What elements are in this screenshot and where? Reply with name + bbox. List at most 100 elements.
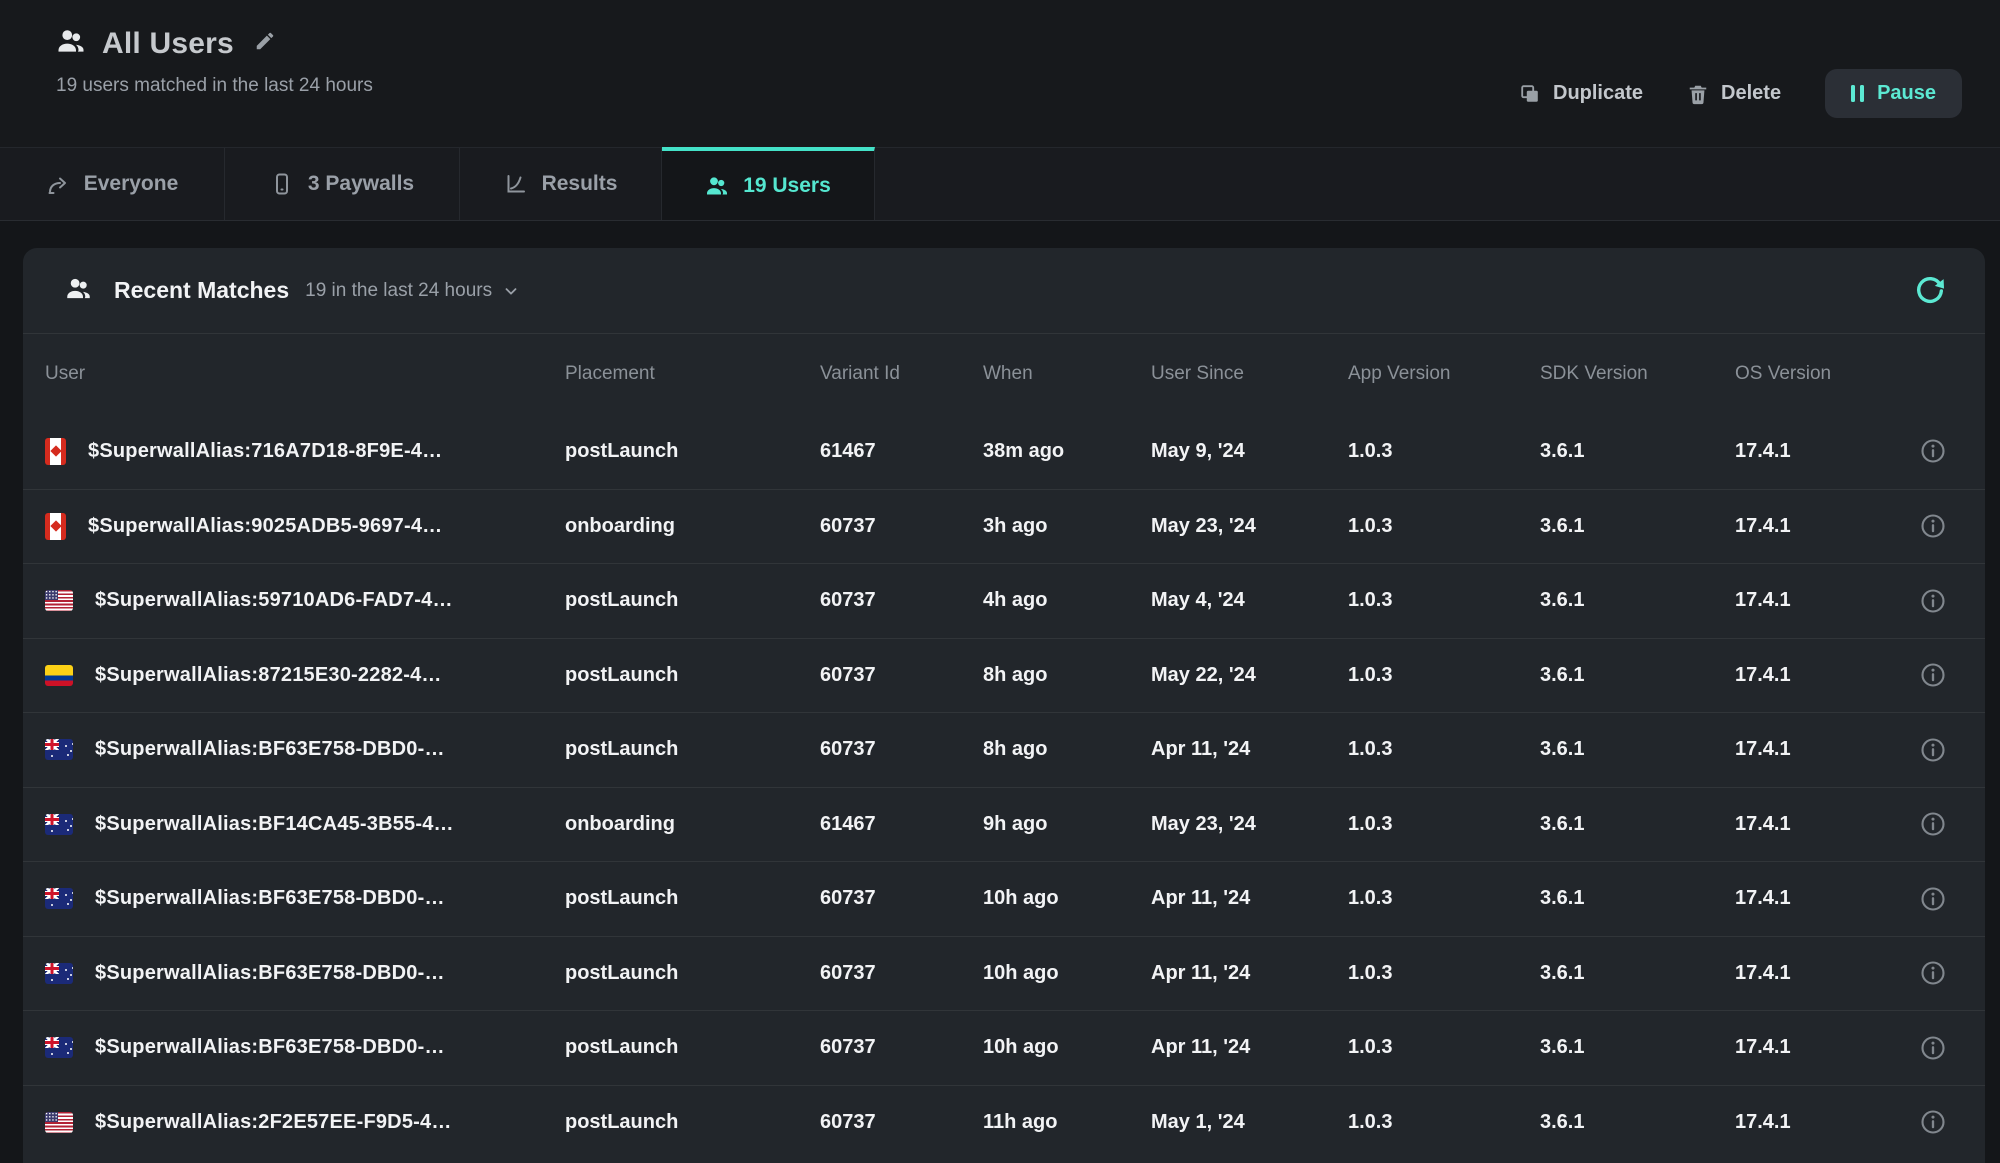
app-version-value: 1.0.3 — [1348, 813, 1540, 836]
tab-results-label: Results — [542, 172, 618, 196]
user-since-value: Apr 11, '24 — [1151, 1036, 1348, 1059]
when-value: 8h ago — [983, 664, 1151, 687]
os-version-value: 17.4.1 — [1735, 738, 1905, 761]
app-version-value: 1.0.3 — [1348, 887, 1540, 910]
flag-au-icon — [45, 888, 73, 909]
user-since-value: Apr 11, '24 — [1151, 887, 1348, 910]
variant-id-value: 61467 — [820, 440, 983, 463]
duplicate-button[interactable]: Duplicate — [1519, 82, 1643, 105]
user-alias: $SuperwallAlias:87215E30-2282-4… — [95, 664, 442, 687]
info-icon[interactable] — [1919, 512, 1947, 540]
user-alias: $SuperwallAlias:2F2E57EE-F9D5-4… — [95, 1111, 452, 1134]
user-since-value: May 22, '24 — [1151, 664, 1348, 687]
app-version-value: 1.0.3 — [1348, 962, 1540, 985]
info-icon[interactable] — [1919, 661, 1947, 689]
info-icon[interactable] — [1919, 1108, 1947, 1136]
table-row[interactable]: $SuperwallAlias:BF63E758-DBD0-… postLaun… — [23, 1010, 1985, 1085]
table-row[interactable]: $SuperwallAlias:87215E30-2282-4… postLau… — [23, 638, 1985, 713]
pause-label: Pause — [1877, 82, 1936, 105]
user-alias: $SuperwallAlias:BF63E758-DBD0-… — [95, 887, 445, 910]
user-alias: $SuperwallAlias:716A7D18-8F9E-4… — [88, 440, 442, 463]
info-icon[interactable] — [1919, 587, 1947, 615]
chart-icon — [504, 172, 528, 196]
variant-id-value: 60737 — [820, 589, 983, 612]
page-header: All Users 19 users matched in the last 2… — [0, 0, 2000, 147]
card-header: Recent Matches 19 in the last 24 hours — [23, 248, 1985, 333]
share-arrow-icon — [46, 172, 70, 196]
table-header-row: User Placement Variant Id When User Sinc… — [23, 333, 1985, 414]
table-row[interactable]: $SuperwallAlias:716A7D18-8F9E-4… postLau… — [23, 414, 1985, 489]
tab-paywalls-label: 3 Paywalls — [308, 172, 414, 196]
user-alias: $SuperwallAlias:59710AD6-FAD7-4… — [95, 589, 453, 612]
table-row[interactable]: $SuperwallAlias:9025ADB5-9697-4… onboard… — [23, 489, 1985, 564]
user-since-value: May 1, '24 — [1151, 1111, 1348, 1134]
when-value: 8h ago — [983, 738, 1151, 761]
when-value: 10h ago — [983, 1036, 1151, 1059]
os-version-value: 17.4.1 — [1735, 1036, 1905, 1059]
info-icon[interactable] — [1919, 885, 1947, 913]
table-body: $SuperwallAlias:716A7D18-8F9E-4… postLau… — [23, 414, 1985, 1159]
info-icon[interactable] — [1919, 1034, 1947, 1062]
sdk-version-value: 3.6.1 — [1540, 962, 1735, 985]
flag-au-icon — [45, 1037, 73, 1058]
tab-users[interactable]: 19 Users — [662, 147, 875, 220]
os-version-value: 17.4.1 — [1735, 589, 1905, 612]
app-version-value: 1.0.3 — [1348, 515, 1540, 538]
page-title: All Users — [102, 27, 234, 61]
info-icon[interactable] — [1919, 810, 1947, 838]
table-row[interactable]: $SuperwallAlias:BF63E758-DBD0-… postLaun… — [23, 712, 1985, 787]
app-version-value: 1.0.3 — [1348, 1111, 1540, 1134]
match-window-selector[interactable]: 19 in the last 24 hours — [305, 280, 492, 302]
app-version-value: 1.0.3 — [1348, 440, 1540, 463]
user-since-value: May 9, '24 — [1151, 440, 1348, 463]
placement-value: postLaunch — [565, 738, 820, 761]
users-icon — [56, 26, 86, 61]
table-row[interactable]: $SuperwallAlias:BF63E758-DBD0-… postLaun… — [23, 861, 1985, 936]
table-row[interactable]: $SuperwallAlias:2F2E57EE-F9D5-4… postLau… — [23, 1085, 1985, 1160]
os-version-value: 17.4.1 — [1735, 1111, 1905, 1134]
col-placement: Placement — [565, 363, 820, 385]
table-row[interactable]: $SuperwallAlias:BF14CA45-3B55-4… onboard… — [23, 787, 1985, 862]
variant-id-value: 60737 — [820, 1111, 983, 1134]
variant-id-value: 60737 — [820, 1036, 983, 1059]
info-icon[interactable] — [1919, 959, 1947, 987]
tab-users-label: 19 Users — [743, 174, 831, 198]
pause-button[interactable]: Pause — [1825, 69, 1962, 118]
duplicate-label: Duplicate — [1553, 82, 1643, 105]
sdk-version-value: 3.6.1 — [1540, 589, 1735, 612]
os-version-value: 17.4.1 — [1735, 813, 1905, 836]
tab-everyone[interactable]: Everyone — [0, 148, 225, 220]
flag-au-icon — [45, 739, 73, 760]
user-alias: $SuperwallAlias:BF63E758-DBD0-… — [95, 1036, 445, 1059]
user-since-value: May 23, '24 — [1151, 813, 1348, 836]
app-version-value: 1.0.3 — [1348, 664, 1540, 687]
col-user: User — [45, 363, 565, 385]
chevron-down-icon[interactable] — [502, 282, 520, 300]
sdk-version-value: 3.6.1 — [1540, 1111, 1735, 1134]
user-alias: $SuperwallAlias:9025ADB5-9697-4… — [88, 515, 442, 538]
flag-us-icon — [45, 590, 73, 611]
sdk-version-value: 3.6.1 — [1540, 440, 1735, 463]
info-icon[interactable] — [1919, 437, 1947, 465]
refresh-icon[interactable] — [1913, 274, 1947, 308]
placement-value: postLaunch — [565, 589, 820, 612]
os-version-value: 17.4.1 — [1735, 440, 1905, 463]
flag-ca-icon — [45, 513, 66, 540]
info-icon[interactable] — [1919, 736, 1947, 764]
os-version-value: 17.4.1 — [1735, 664, 1905, 687]
when-value: 10h ago — [983, 962, 1151, 985]
edit-pencil-icon[interactable] — [254, 30, 276, 57]
user-since-value: Apr 11, '24 — [1151, 738, 1348, 761]
os-version-value: 17.4.1 — [1735, 887, 1905, 910]
when-value: 3h ago — [983, 515, 1151, 538]
table-row[interactable]: $SuperwallAlias:BF63E758-DBD0-… postLaun… — [23, 936, 1985, 1011]
tab-bar: Everyone 3 Paywalls Results 19 Users — [0, 147, 2000, 221]
table-row[interactable]: $SuperwallAlias:59710AD6-FAD7-4… postLau… — [23, 563, 1985, 638]
placement-value: postLaunch — [565, 440, 820, 463]
delete-button[interactable]: Delete — [1687, 82, 1781, 105]
placement-value: postLaunch — [565, 664, 820, 687]
flag-us-icon — [45, 1112, 73, 1133]
col-os-version: OS Version — [1735, 363, 1905, 385]
tab-paywalls[interactable]: 3 Paywalls — [225, 148, 460, 220]
tab-results[interactable]: Results — [460, 148, 662, 220]
